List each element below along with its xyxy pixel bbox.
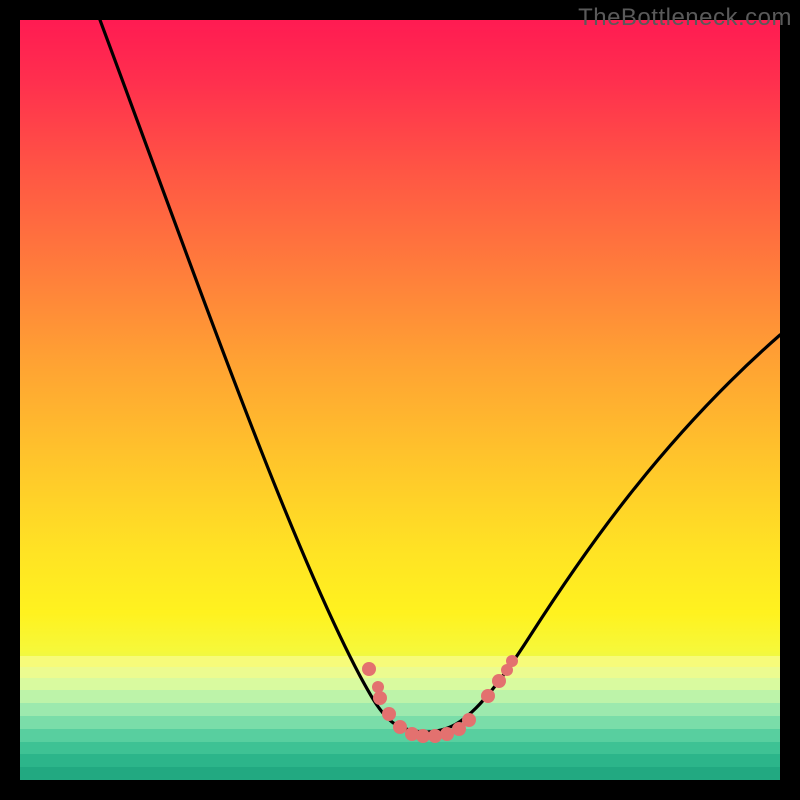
curve-dot — [416, 729, 430, 743]
bottleneck-curve — [100, 20, 780, 732]
curve-dot — [462, 713, 476, 727]
curve-dot — [481, 689, 495, 703]
curve-dot — [492, 674, 506, 688]
curve-dot — [428, 729, 442, 743]
curve-dot — [440, 727, 454, 741]
chart-frame — [20, 20, 780, 780]
watermark-text: TheBottleneck.com — [578, 4, 792, 32]
curve-dot — [362, 662, 376, 676]
curve-dot — [506, 655, 518, 667]
curve-dot — [382, 707, 396, 721]
chart-svg — [20, 20, 780, 780]
curve-dot — [373, 691, 387, 705]
curve-dot — [372, 681, 384, 693]
curve-dot — [393, 720, 407, 734]
